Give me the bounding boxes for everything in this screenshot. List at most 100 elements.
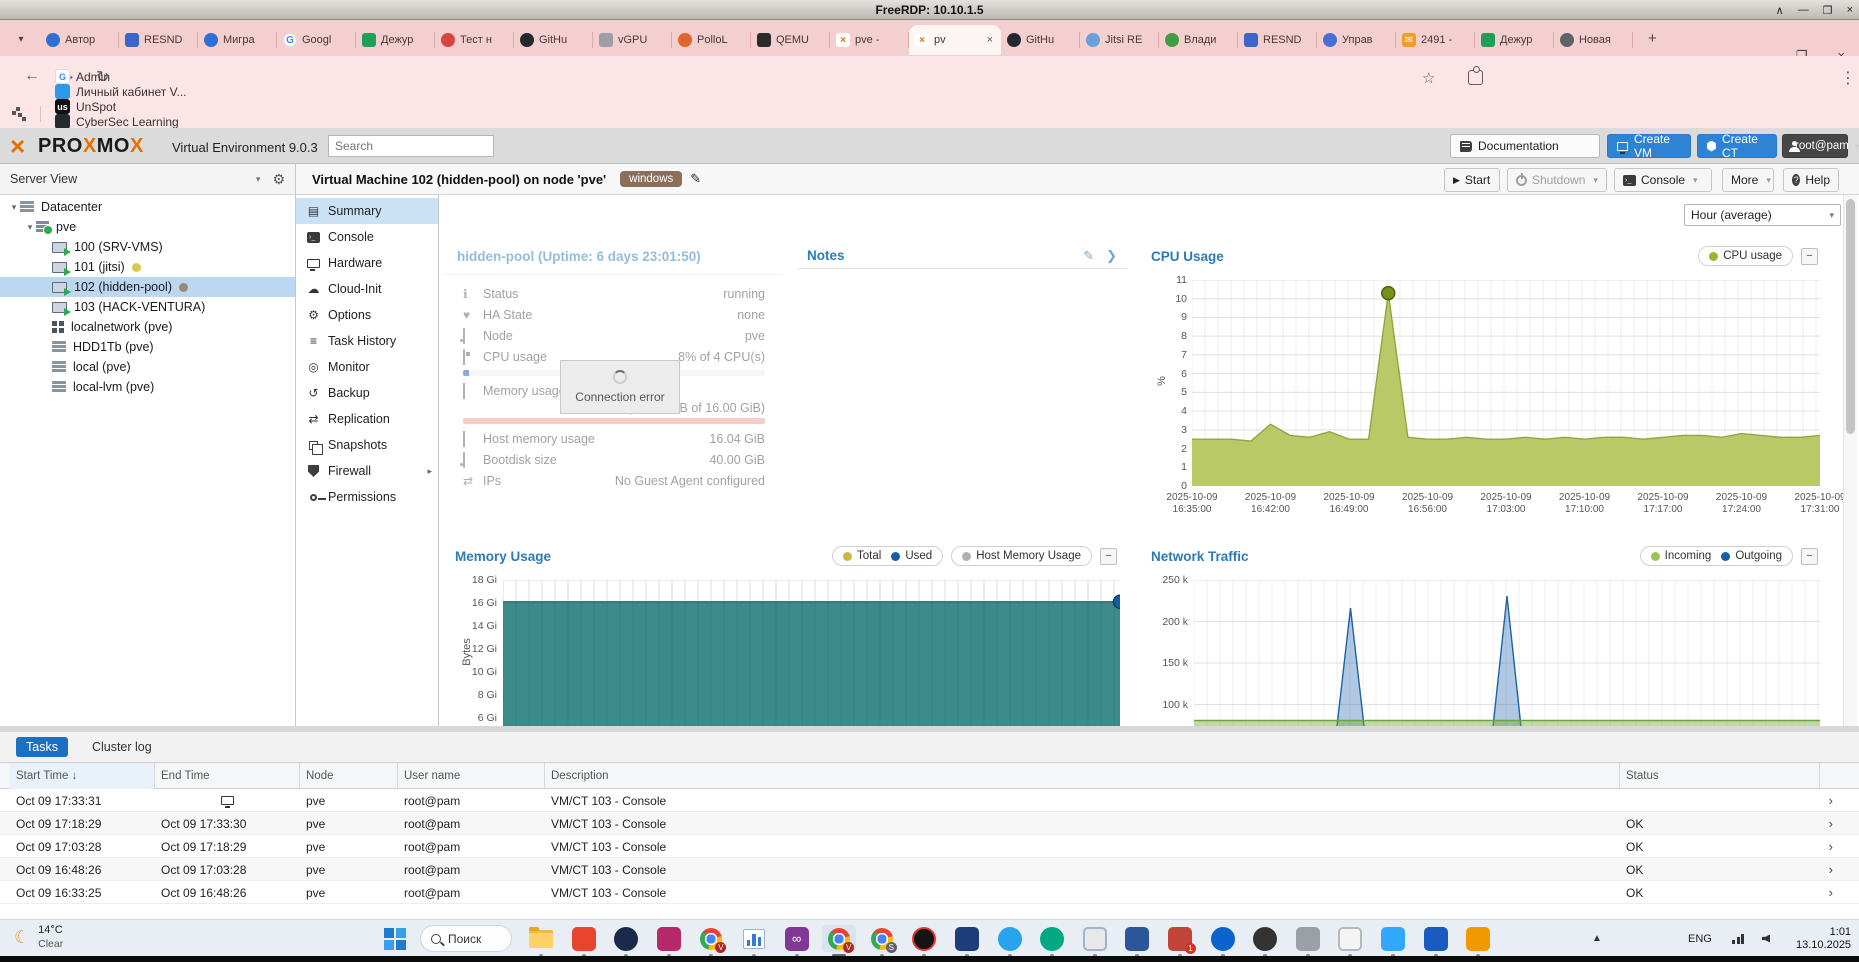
menu-item-options[interactable]: ⚙Options xyxy=(296,302,438,328)
documentation-button[interactable]: Documentation xyxy=(1450,134,1600,158)
tree-item-103-hack-ventura[interactable]: 103 (HACK-VENTURA) xyxy=(0,297,295,317)
taskbar-app-window-app[interactable] xyxy=(1078,925,1112,952)
browser-tab[interactable]: Мигра xyxy=(198,25,277,55)
notes-body[interactable] xyxy=(797,269,1127,527)
browser-tab[interactable]: Влади xyxy=(1159,25,1238,55)
task-row[interactable]: Oct 09 17:03:28Oct 09 17:18:29pveroot@pa… xyxy=(0,835,1859,858)
task-row[interactable]: Oct 09 17:33:31pveroot@pamVM/CT 103 - Co… xyxy=(0,789,1859,812)
taskbar-app-teal-circle-app[interactable] xyxy=(1035,925,1069,952)
bookmark-item[interactable]: Личный кабинет V... xyxy=(55,84,196,99)
browser-tab[interactable]: Управ xyxy=(1317,25,1396,55)
tree-item-local-lvm-pve[interactable]: local-lvm (pve) xyxy=(0,377,295,397)
menu-item-monitor[interactable]: ◎Monitor xyxy=(296,354,438,380)
rdp-restore-down-icon[interactable]: ∧ xyxy=(1776,4,1784,17)
bookmark-item[interactable]: GAdmin xyxy=(55,69,196,84)
row-expand-chevron-icon[interactable]: › xyxy=(1829,881,1833,904)
browser-tab[interactable]: Новая xyxy=(1554,25,1633,55)
weather-widget[interactable]: ☾ 14°C Clear xyxy=(14,923,63,951)
extensions-puzzle-icon[interactable] xyxy=(1468,70,1483,85)
taskbar-app-chrome-active[interactable]: V xyxy=(822,925,856,952)
language-indicator[interactable]: ENG xyxy=(1688,920,1712,957)
browser-tab[interactable]: Дежур xyxy=(356,25,435,55)
browser-menu-kebab-icon[interactable]: ⋮ xyxy=(1840,68,1856,88)
create-vm-button[interactable]: Create VM xyxy=(1607,134,1691,158)
browser-tab[interactable]: GGoogl xyxy=(277,25,356,55)
column-header-description[interactable]: Description xyxy=(545,763,1620,789)
rdp-close-icon[interactable]: × xyxy=(1847,4,1853,16)
browser-tab[interactable]: GitHu xyxy=(514,25,593,55)
row-expand-chevron-icon[interactable]: › xyxy=(1829,835,1833,858)
taskbar-app-blue-ps-app[interactable] xyxy=(1376,925,1410,952)
taskbar-app-gray-app[interactable] xyxy=(1291,925,1325,952)
legend-item[interactable]: Host Memory Usage xyxy=(962,550,1081,562)
new-tab-button[interactable]: + xyxy=(1648,30,1657,47)
taskbar-app-visual-studio[interactable]: ∞ xyxy=(780,925,814,952)
apps-grid-icon[interactable] xyxy=(12,107,26,121)
legend-item[interactable]: CPU usage xyxy=(1709,250,1782,262)
expand-notes-icon[interactable]: ❯ xyxy=(1106,248,1117,264)
create-ct-button[interactable]: Create CT xyxy=(1697,134,1777,158)
tree-item-local-pve[interactable]: local (pve) xyxy=(0,357,295,377)
help-button[interactable]: ? Help xyxy=(1783,168,1839,192)
legend-item[interactable]: Incoming xyxy=(1651,550,1712,562)
tray-hidden-icons[interactable]: ▲ xyxy=(1592,920,1602,957)
taskbar-app-blue-dark-app[interactable] xyxy=(950,925,984,952)
taskbar-app-red-app[interactable] xyxy=(567,925,601,952)
network-signal-icon[interactable] xyxy=(1732,920,1744,957)
browser-tab[interactable]: ✉2491 - xyxy=(1396,25,1475,55)
taskbar-app-chrome-profile-s[interactable]: S xyxy=(865,925,899,952)
taskbar-app-dark-circle-app[interactable] xyxy=(1248,925,1282,952)
task-row[interactable]: Oct 09 17:18:29Oct 09 17:33:30pveroot@pa… xyxy=(0,812,1859,835)
browser-tab[interactable]: PolloL xyxy=(672,25,751,55)
start-button-windows-icon[interactable] xyxy=(384,928,406,950)
taskbar-app-blue-square-app[interactable] xyxy=(1120,925,1154,952)
memory-legend[interactable]: TotalUsed xyxy=(832,546,943,566)
browser-tab[interactable]: GitHu xyxy=(1001,25,1080,55)
tree-expander-icon[interactable]: ▾ xyxy=(8,202,20,213)
browser-tab[interactable]: Дежур xyxy=(1475,25,1554,55)
bookmark-item[interactable]: usUnSpot xyxy=(55,99,196,114)
row-expand-chevron-icon[interactable]: › xyxy=(1829,858,1833,881)
taskbar-app-dark-ring-app[interactable] xyxy=(907,925,941,952)
menu-item-firewall[interactable]: Firewall▸ xyxy=(296,458,438,484)
scrollbar-thumb[interactable] xyxy=(1846,199,1855,434)
menu-item-replication[interactable]: ⇄Replication xyxy=(296,406,438,432)
network-legend[interactable]: Incoming Outgoing xyxy=(1640,546,1793,566)
browser-tab[interactable]: Автор xyxy=(40,25,119,55)
browser-tab[interactable]: Jitsi RE xyxy=(1080,25,1159,55)
taskbar-app-file-explorer[interactable] xyxy=(524,925,558,952)
taskbar-app-task-manager[interactable] xyxy=(737,925,771,952)
volume-icon[interactable] xyxy=(1762,920,1770,957)
browser-tab[interactable]: RESND xyxy=(119,25,198,55)
column-header-start-time[interactable]: Start Time ↓ xyxy=(10,763,155,789)
menu-item-backup[interactable]: ↺Backup xyxy=(296,380,438,406)
gear-icon[interactable]: ⚙ xyxy=(272,171,285,188)
tab-tasks[interactable]: Tasks xyxy=(16,737,68,757)
taskbar-app-media-app[interactable] xyxy=(652,925,686,952)
legend-item[interactable]: Outgoing xyxy=(1721,550,1782,562)
tree-item-localnetwork-pve[interactable]: localnetwork (pve) xyxy=(0,317,295,337)
cpu-legend[interactable]: CPU usage xyxy=(1698,246,1793,266)
tree-item-hdd1tb-pve[interactable]: HDD1Tb (pve) xyxy=(0,337,295,357)
server-view-select[interactable]: Server View xyxy=(10,172,256,186)
task-row[interactable]: Oct 09 16:48:26Oct 09 17:03:28pveroot@pa… xyxy=(0,858,1859,881)
memory-legend-host[interactable]: Host Memory Usage xyxy=(951,546,1092,566)
tree-item-102-hidden-pool[interactable]: 102 (hidden-pool) xyxy=(0,277,295,297)
browser-tab[interactable]: Тест н xyxy=(435,25,514,55)
browser-tab[interactable]: ×pve - xyxy=(830,25,909,55)
browser-tab[interactable]: vGPU xyxy=(593,25,672,55)
tree-item-100-srv-vms[interactable]: 100 (SRV-VMS) xyxy=(0,237,295,257)
legend-item[interactable]: Used xyxy=(891,550,932,562)
shutdown-button[interactable]: Shutdown ▾ xyxy=(1507,168,1607,192)
tab-close-icon[interactable]: × xyxy=(985,34,995,46)
more-button[interactable]: More ▾ xyxy=(1722,168,1774,192)
vm-tag-windows[interactable]: windows xyxy=(620,171,682,187)
tree-expander-icon[interactable]: ▾ xyxy=(24,222,36,233)
rdp-minimize-icon[interactable]: — xyxy=(1798,4,1809,16)
menu-item-cloud-init[interactable]: ☁Cloud-Init xyxy=(296,276,438,302)
tree-item-pve[interactable]: ▾pve xyxy=(0,217,295,237)
taskbar-app-blue-circle-app[interactable] xyxy=(993,925,1027,952)
menu-item-permissions[interactable]: Permissions xyxy=(296,484,438,510)
clock-widget[interactable]: 1:01 13.10.2025 xyxy=(1796,920,1851,957)
menu-item-summary[interactable]: ▤Summary xyxy=(296,198,438,224)
